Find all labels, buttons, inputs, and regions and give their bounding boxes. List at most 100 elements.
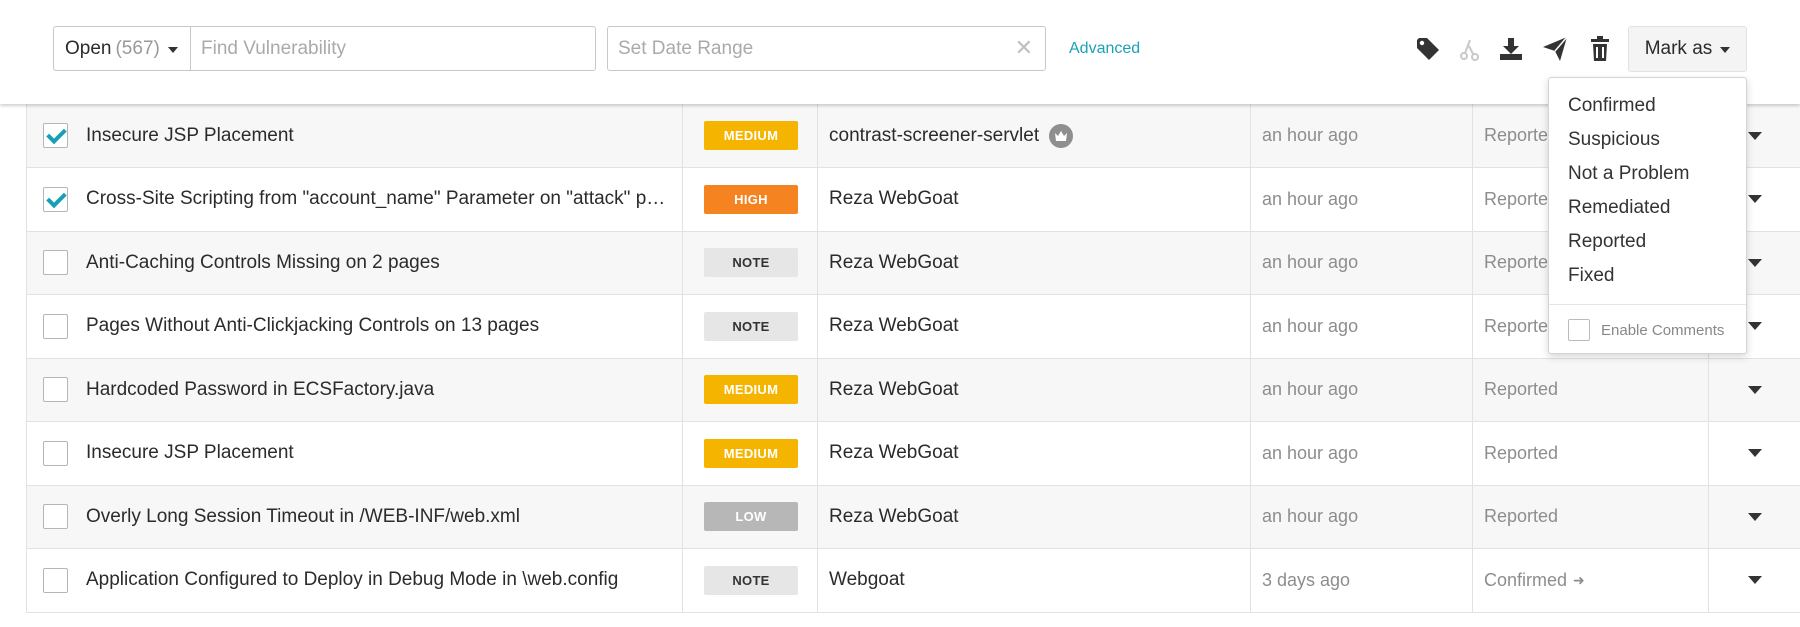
actions-cell	[1708, 549, 1800, 612]
application-cell: Reza WebGoat	[817, 168, 1250, 231]
application-cell: contrast-screener-servlet	[817, 104, 1250, 167]
status-text: Reported	[1484, 379, 1559, 400]
application-cell: Reza WebGoat	[817, 295, 1250, 358]
severity-cell: MEDIUM	[682, 422, 817, 485]
mark-as-option-confirmed[interactable]: Confirmed	[1549, 89, 1746, 123]
application-cell: Reza WebGoat	[817, 422, 1250, 485]
discovered-cell: an hour ago	[1250, 358, 1472, 421]
severity-cell: NOTE	[682, 231, 817, 294]
title-cell: Application Configured to Deploy in Debu…	[27, 549, 682, 612]
application-name[interactable]: Reza WebGoat	[829, 315, 959, 337]
application-name[interactable]: Reza WebGoat	[829, 506, 959, 528]
download-icon[interactable]	[1498, 36, 1524, 62]
severity-cell: NOTE	[682, 549, 817, 612]
severity-badge: MEDIUM	[704, 121, 798, 150]
status-text: Reported	[1484, 315, 1559, 336]
chevron-down-icon[interactable]	[1748, 131, 1762, 140]
table-row[interactable]: Insecure JSP Placement MEDIUM Reza WebGoat…	[26, 422, 1800, 486]
vulnerability-title[interactable]: Insecure JSP Placement	[86, 125, 666, 147]
status-cell: Reported	[1472, 358, 1708, 421]
trash-icon[interactable]	[1589, 36, 1615, 62]
vulnerability-title[interactable]: Cross-Site Scripting from "account_name"…	[86, 188, 666, 210]
discovered-time: an hour ago	[1262, 315, 1359, 336]
table-row[interactable]: Application Configured to Deploy in Debu…	[26, 549, 1800, 613]
table-row[interactable]: Pages Without Anti-Clickjacking Controls…	[26, 295, 1800, 359]
row-checkbox[interactable]	[43, 440, 68, 466]
discovered-cell: an hour ago	[1250, 485, 1472, 548]
row-checkbox[interactable]	[43, 567, 68, 593]
status-text: Reported	[1484, 506, 1559, 527]
date-range-input[interactable]	[608, 27, 1045, 70]
advanced-link[interactable]: Advanced	[1069, 40, 1140, 58]
title-cell: Cross-Site Scripting from "account_name"…	[27, 168, 682, 231]
status-filter-select[interactable]: Open (567)	[53, 26, 191, 71]
application-name[interactable]: Webgoat	[829, 569, 905, 591]
severity-badge: HIGH	[704, 184, 798, 214]
tag-icon[interactable]	[1415, 36, 1441, 62]
enable-comments-label: Enable Comments	[1601, 321, 1725, 339]
vulnerability-title[interactable]: Pages Without Anti-Clickjacking Controls…	[86, 315, 666, 337]
row-checkbox[interactable]	[43, 250, 68, 276]
table-row[interactable]: Hardcoded Password in ECSFactory.java MED…	[26, 358, 1800, 422]
actions-cell	[1708, 485, 1800, 548]
chevron-down-icon[interactable]	[1748, 512, 1762, 521]
vulnerability-title[interactable]: Overly Long Session Timeout in /WEB-INF/…	[86, 506, 666, 528]
table-row[interactable]: Anti-Caching Controls Missing on 2 pages…	[26, 231, 1800, 295]
severity-badge: MEDIUM	[704, 438, 798, 468]
mark-as-option-remediated[interactable]: Remediated	[1549, 191, 1746, 225]
close-icon[interactable]: ✕	[1015, 36, 1033, 60]
title-cell: Pages Without Anti-Clickjacking Controls…	[27, 295, 682, 358]
application-name[interactable]: Reza WebGoat	[829, 379, 959, 401]
chevron-down-icon[interactable]	[1748, 449, 1762, 458]
mark-as-option-not-a-problem[interactable]: Not a Problem	[1549, 157, 1746, 191]
mark-as-button[interactable]: Mark as	[1628, 26, 1747, 72]
vulnerability-title[interactable]: Insecure JSP Placement	[86, 442, 666, 464]
status-text: Confirmed	[1484, 569, 1568, 590]
vulnerability-title[interactable]: Anti-Caching Controls Missing on 2 pages	[86, 252, 666, 274]
severity-cell: MEDIUM	[682, 104, 817, 167]
mark-as-option-reported[interactable]: Reported	[1549, 225, 1746, 259]
vulnerability-title[interactable]: Application Configured to Deploy in Debu…	[86, 569, 666, 591]
merge-icon[interactable]	[1457, 36, 1483, 62]
vulnerability-table: Insecure JSP Placement MEDIUM contrast-scr…	[26, 104, 1800, 613]
table-row[interactable]: Insecure JSP Placement MEDIUM contrast-scr…	[26, 104, 1800, 168]
chevron-down-icon[interactable]	[1748, 385, 1762, 394]
send-icon[interactable]	[1542, 36, 1568, 62]
title-cell: Insecure JSP Placement	[27, 104, 682, 167]
enable-comments-checkbox[interactable]	[1568, 319, 1590, 341]
mark-as-option-fixed[interactable]: Fixed	[1549, 259, 1746, 293]
status-cell: Reported	[1472, 485, 1708, 548]
table-row[interactable]: Cross-Site Scripting from "account_name"…	[26, 168, 1800, 232]
severity-badge: NOTE	[704, 248, 798, 278]
chevron-down-icon[interactable]	[1748, 258, 1762, 267]
search-input[interactable]	[190, 26, 596, 71]
chevron-down-icon[interactable]	[1748, 195, 1762, 204]
discovered-cell: an hour ago	[1250, 231, 1472, 294]
application-name[interactable]: Reza WebGoat	[829, 188, 959, 210]
row-checkbox[interactable]	[43, 186, 68, 212]
application-name[interactable]: contrast-screener-servlet	[829, 125, 1039, 147]
application-cell: Reza WebGoat	[817, 231, 1250, 294]
application-name[interactable]: Reza WebGoat	[829, 252, 959, 274]
row-checkbox[interactable]	[43, 504, 68, 530]
vulnerability-title[interactable]: Hardcoded Password in ECSFactory.java	[86, 379, 666, 401]
discovered-time: an hour ago	[1262, 125, 1359, 145]
status-text: Reported	[1484, 125, 1559, 145]
chevron-down-icon[interactable]	[1748, 322, 1762, 331]
table-row[interactable]: Overly Long Session Timeout in /WEB-INF/…	[26, 485, 1800, 549]
title-cell: Anti-Caching Controls Missing on 2 pages	[27, 232, 682, 295]
row-checkbox[interactable]	[43, 123, 68, 148]
severity-cell: NOTE	[682, 295, 817, 358]
chevron-down-icon	[1720, 47, 1731, 53]
title-cell: Insecure JSP Placement	[27, 422, 682, 485]
mark-as-options: Confirmed Suspicious Not a Problem Remed…	[1549, 78, 1746, 293]
discovered-cell: an hour ago	[1250, 104, 1472, 167]
status-text: Reported	[1484, 252, 1559, 273]
mark-as-label: Mark as	[1644, 38, 1713, 59]
chevron-down-icon[interactable]	[1748, 576, 1762, 585]
application-name[interactable]: Reza WebGoat	[829, 442, 959, 464]
row-checkbox[interactable]	[43, 377, 68, 403]
discovered-time: 3 days ago	[1262, 569, 1351, 590]
mark-as-option-suspicious[interactable]: Suspicious	[1549, 123, 1746, 157]
row-checkbox[interactable]	[43, 313, 68, 339]
